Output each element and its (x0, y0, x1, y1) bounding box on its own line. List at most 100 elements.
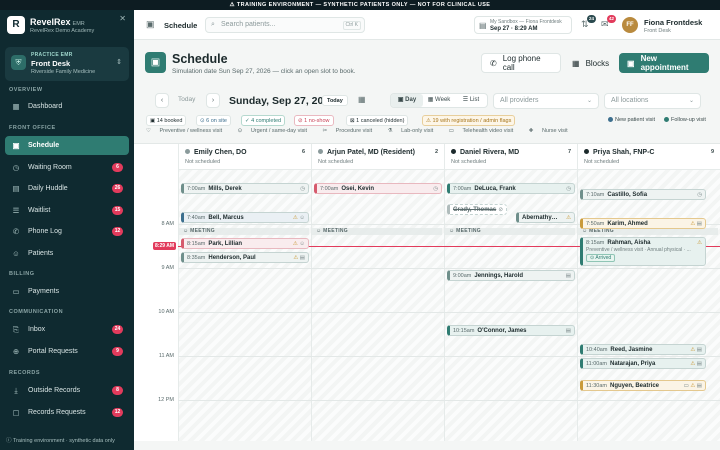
visit-type-urgent: ⊙ Urgent / same-day visit (238, 128, 314, 134)
stat-on-site[interactable]: ⊙ 6 on site (196, 115, 231, 126)
provider-header[interactable]: Emily Chen, DO Not scheduled 6 (179, 144, 311, 170)
patient-name: Rahman, Aisha (607, 240, 651, 246)
stat-no-show[interactable]: ⊘ 1 no-show (294, 115, 334, 126)
date-toolbar: ‹ Today › Sunday, Sep 27, 2026 Today ▦ ▣… (134, 90, 720, 112)
visit-type-lab: ⚗ Lab-only visit (388, 128, 441, 134)
blocks-button[interactable]: ▦ Blocks (564, 53, 614, 73)
patient-name: Bell, Marcus (208, 215, 244, 221)
patient-name: Karim, Ahmed (607, 221, 648, 227)
tasks-button[interactable]: ⇅ 24 (581, 15, 596, 30)
provider-header[interactable]: Daniel Rivera, MD Not scheduled 7 (445, 144, 577, 170)
user-menu[interactable]: Fiona Frontdesk Front Desk (644, 18, 702, 34)
today-link[interactable]: Today (178, 96, 195, 103)
sidebar-item-outside-records[interactable]: ⤓ Outside Records 8 (5, 381, 129, 400)
brand-logo: R (7, 16, 25, 34)
prev-day-button[interactable]: ‹ (155, 93, 169, 108)
brand[interactable]: R RevelRex EMR RevelRex Demo Academy (7, 16, 94, 34)
sidebar-item-patients[interactable]: ☺ Patients (5, 244, 129, 263)
view-day[interactable]: ▣ Day (391, 94, 423, 107)
stat-flags[interactable]: ⚠ 19 with registration / admin flags (422, 115, 516, 126)
phone-icon: ✆ (12, 227, 20, 236)
date-picker-icon[interactable]: ▦ (358, 95, 366, 104)
collapse-sidebar-icon[interactable]: ✕ (119, 14, 126, 23)
appointment-card[interactable]: 7:50am Karim, Ahmed ⚠ ▤ (580, 218, 706, 229)
next-day-button[interactable]: › (206, 93, 220, 108)
appointment-card[interactable]: 7:10am Castillo, Sofia ◷ (580, 189, 706, 200)
warning-icon: ⚠ ▤ (293, 255, 305, 261)
status-dot (451, 149, 456, 154)
provider-name-text: Priya Shah, FNP-C (593, 149, 655, 156)
sidebar-item-dashboard[interactable]: ▦ Dashboard (5, 97, 129, 116)
training-banner: ⚠ TRAINING ENVIRONMENT — SYNTHETIC PATIE… (0, 0, 720, 10)
practice-switcher[interactable]: ⛨ PRACTICE EMR Front Desk Riverside Fami… (5, 47, 129, 81)
warning-icon: ⚠ (697, 240, 702, 246)
log-phone-call-label: Log phone call (502, 54, 541, 72)
sidebar-item-schedule[interactable]: ▣ Schedule (5, 136, 129, 155)
messages-button[interactable]: ✉ 42 (601, 15, 616, 30)
topbar: ▣ Schedule ⌕ Search patients... Ctrl K ▤… (134, 10, 720, 40)
providers-select[interactable]: All providers ⌄ (493, 93, 599, 109)
appointment-card[interactable]: 10:40am Reed, Jasmine ⚠ ▤ (580, 344, 706, 355)
appointment-card[interactable]: 7:00am Mills, Derek ◷ (181, 183, 309, 194)
no-show-icon: ⊘ (498, 207, 503, 213)
sidebar-item-inbox[interactable]: ⎘ Inbox 24 (5, 320, 129, 339)
appointment-card[interactable]: Abernathy… ⚠ (516, 212, 575, 223)
sidebar-item-waiting-room[interactable]: ◷ Waiting Room 6 (5, 158, 129, 177)
arrived-status-badge: ⊙ Arrived (586, 254, 616, 262)
appointment-card[interactable]: 7:40am Bell, Marcus ⚠ ☺ (181, 212, 309, 223)
sidebar-item-payments[interactable]: ▭ Payments (5, 282, 129, 301)
section-communication: COMMUNICATION (9, 309, 64, 315)
page-header: ▣ Schedule Simulation date Sun Sep 27, 2… (134, 40, 720, 88)
provider-header[interactable]: Arjun Patel, MD (Resident) Not scheduled… (312, 144, 444, 170)
view-week[interactable]: ▦ Week (423, 94, 455, 107)
sidebar-item-daily-huddle[interactable]: ▤ Daily Huddle 26 (5, 179, 129, 198)
appointment-card[interactable]: 8:15am Rahman, Aisha Preventive / wellnes… (580, 237, 706, 266)
legend-new-patient: New patient visit (608, 117, 655, 123)
sidebar-item-records-requests[interactable]: ▢ Records Requests 12 (5, 403, 129, 422)
visit-type-procedure: ✂ Procedure visit (323, 128, 380, 134)
avatar[interactable]: FF (622, 17, 638, 33)
appointment-card-canceled[interactable]: Grady, Thomas ⊘ (447, 204, 507, 215)
sidebar-item-portal-requests[interactable]: ⊕ Portal Requests 9 (5, 342, 129, 361)
meeting-label: MEETING (323, 228, 348, 234)
appointment-card[interactable]: 11:30am Nguyen, Beatrice ▭ ⚠ ▤ (580, 380, 706, 391)
stat-canceled[interactable]: ⊠ 1 canceled (hidden) (346, 115, 409, 126)
visit-type-text: Nurse visit (541, 128, 568, 134)
provider-header[interactable]: Priya Shah, FNP-C Not scheduled 9 (578, 144, 720, 170)
meeting-block[interactable]: ☺ MEETING (312, 228, 442, 235)
sidebar-item-phone-log[interactable]: ✆ Phone Log 12 (5, 222, 129, 241)
brand-tag: EMR (72, 20, 85, 27)
meeting-block[interactable]: ☺ MEETING (445, 228, 575, 235)
appointment-time: 10:15am (453, 328, 475, 334)
view-list[interactable]: ☰ List (455, 94, 487, 107)
appointment-card[interactable]: 9:00am Jennings, Harold ▤ (447, 270, 575, 281)
clock-icon: ◷ (300, 186, 305, 192)
locations-select[interactable]: All locations ⌄ (604, 93, 701, 109)
stat-flags-text: 19 with registration / admin flags (432, 118, 512, 124)
appointment-card[interactable]: 8:35am Henderson, Paul ⚠ ▤ (181, 252, 309, 263)
appointment-card[interactable]: 7:00am DeLuca, Frank ◷ (447, 183, 575, 194)
search-input[interactable]: ⌕ Search patients... Ctrl K (205, 17, 365, 33)
appointment-card[interactable]: 7:00am Osei, Kevin ◷ (314, 183, 442, 194)
appointment-card[interactable]: 8:15am Park, Lillian ⚠ ☺ (181, 238, 309, 249)
sandbox-switcher[interactable]: ▤ My Sandbox — Fiona Frontdesk Sep 27 · … (474, 16, 572, 34)
stat-completed[interactable]: ✓ 4 completed (241, 115, 286, 126)
sidebar-item-label: Phone Log (28, 228, 62, 235)
status-dot (318, 149, 323, 154)
view-list-label: List (469, 97, 480, 103)
legend-follow-up: Follow-up visit (664, 117, 706, 123)
sidebar-item-waitlist[interactable]: ☰ Waitlist 15 (5, 201, 129, 220)
appointment-card[interactable]: 11:00am Natarajan, Priya ⚠ ▤ (580, 358, 706, 369)
hour-line (178, 312, 720, 313)
log-phone-call-button[interactable]: ✆ Log phone call (481, 53, 561, 73)
appointment-card[interactable]: 10:15am O'Connor, James ▤ (447, 325, 575, 336)
user-role: Front Desk (644, 28, 671, 34)
provider-count: 2 (434, 149, 438, 155)
alert-icon: ⊙ (237, 128, 244, 134)
new-appointment-button[interactable]: ▣ New appointment (619, 53, 709, 73)
meeting-block[interactable]: ☺ MEETING (578, 228, 718, 235)
video-icon: ▭ (448, 128, 456, 134)
stat-booked[interactable]: ▣ 14 booked (146, 115, 187, 126)
provider-name-text: Daniel Rivera, MD (460, 149, 520, 156)
meeting-block[interactable]: ☺ MEETING (179, 228, 309, 235)
